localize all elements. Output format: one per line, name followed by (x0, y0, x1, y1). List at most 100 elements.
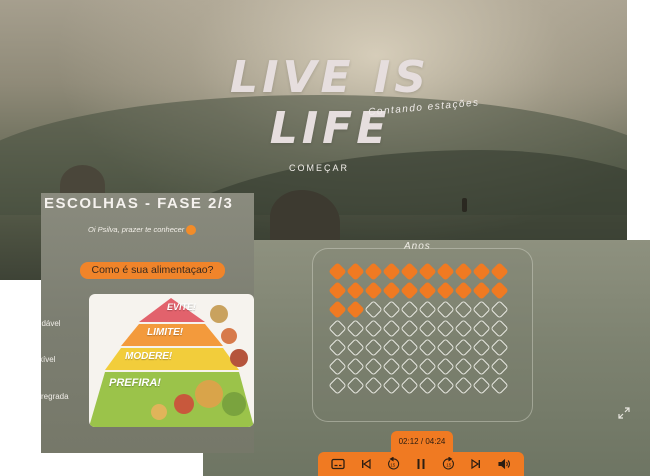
year-cell (382, 319, 401, 338)
year-cell (328, 357, 347, 376)
year-cell (418, 281, 437, 300)
skip-back-icon[interactable] (357, 455, 375, 473)
year-cell (418, 357, 437, 376)
year-cell (490, 300, 509, 319)
phase-title: ESCOLHAS - FASE 2/3 (44, 195, 234, 212)
year-cell (472, 262, 491, 281)
year-cell (364, 376, 383, 395)
year-cell (364, 281, 383, 300)
volume-icon[interactable] (495, 455, 513, 473)
tier-prefira: PREFIRA! (109, 377, 161, 389)
year-cell (472, 281, 491, 300)
year-cell (364, 319, 383, 338)
year-cell (436, 357, 455, 376)
year-cell (400, 338, 419, 357)
greeting-text: Oi Psilva, prazer te conhecer (88, 225, 197, 236)
year-cell (382, 262, 401, 281)
year-cell (472, 319, 491, 338)
year-cell (490, 319, 509, 338)
hiker-figure (462, 198, 467, 212)
year-cell (346, 281, 365, 300)
year-cell (328, 319, 347, 338)
option-unregulated[interactable]: sregrada (41, 392, 69, 401)
year-cell (436, 300, 455, 319)
year-cell (418, 338, 437, 357)
tier-evite: EVITE! (167, 302, 197, 312)
year-cell (454, 357, 473, 376)
tier-limite: LIMITE! (147, 327, 184, 338)
skip-forward-icon[interactable] (467, 455, 485, 473)
svg-text:15: 15 (446, 462, 452, 467)
year-cell (454, 262, 473, 281)
year-cell (436, 376, 455, 395)
year-cell (418, 376, 437, 395)
total-time: 04:24 (425, 437, 446, 446)
year-cell (346, 357, 365, 376)
option-healthy[interactable]: udável (41, 319, 61, 328)
year-cell (436, 262, 455, 281)
year-cell (364, 357, 383, 376)
years-grid-panel (312, 248, 630, 422)
year-cell (328, 281, 347, 300)
year-cell (472, 338, 491, 357)
subtitles-icon[interactable] (329, 455, 347, 473)
year-cell (400, 281, 419, 300)
year-cell (490, 281, 509, 300)
year-cell (364, 338, 383, 357)
year-cell (382, 376, 401, 395)
year-cell (346, 319, 365, 338)
year-cell (472, 300, 491, 319)
year-cell (436, 319, 455, 338)
year-cell (490, 376, 509, 395)
year-cell (472, 357, 491, 376)
pause-icon[interactable] (412, 455, 430, 473)
year-cell (328, 262, 347, 281)
year-cell (346, 262, 365, 281)
option-flexible[interactable]: xível (41, 355, 55, 364)
year-cell (400, 319, 419, 338)
year-cell (454, 319, 473, 338)
tier-modere: MODERE! (125, 351, 173, 362)
year-cell (382, 281, 401, 300)
current-time: 02:12 (398, 437, 419, 446)
year-cell (454, 338, 473, 357)
year-cell (490, 338, 509, 357)
year-cell (328, 300, 347, 319)
year-cell (364, 300, 383, 319)
year-cell (400, 262, 419, 281)
year-cell (490, 357, 509, 376)
media-controls: 15 15 (318, 452, 524, 476)
year-cell (382, 300, 401, 319)
year-cell (382, 338, 401, 357)
choices-card: ESCOLHAS - FASE 2/3 Oi Psilva, prazer te… (41, 193, 254, 453)
year-cell (454, 300, 473, 319)
years-grid (328, 262, 519, 395)
rewind-15-icon[interactable]: 15 (384, 455, 402, 473)
expand-icon[interactable] (618, 407, 630, 419)
year-cell (346, 338, 365, 357)
year-cell (436, 281, 455, 300)
year-cell (364, 262, 383, 281)
year-cell (418, 262, 437, 281)
year-cell (400, 357, 419, 376)
year-cell (490, 262, 509, 281)
year-cell (436, 338, 455, 357)
year-cell (454, 376, 473, 395)
year-cell (328, 376, 347, 395)
year-cell (472, 376, 491, 395)
year-cell (418, 300, 437, 319)
start-button[interactable]: COMEÇAR (289, 163, 349, 173)
year-cell (346, 300, 365, 319)
svg-text:15: 15 (390, 462, 396, 467)
year-cell (328, 338, 347, 357)
smile-emoji-icon (186, 225, 197, 236)
year-cell (400, 300, 419, 319)
year-cell (400, 376, 419, 395)
forward-15-icon[interactable]: 15 (440, 455, 458, 473)
diet-question: Como é sua alimentaçao? (80, 262, 225, 279)
year-cell (454, 281, 473, 300)
year-cell (418, 319, 437, 338)
year-cell (346, 376, 365, 395)
year-cell (382, 357, 401, 376)
food-pyramid-image: EVITE! LIMITE! MODERE! PREFIRA! (89, 294, 254, 427)
